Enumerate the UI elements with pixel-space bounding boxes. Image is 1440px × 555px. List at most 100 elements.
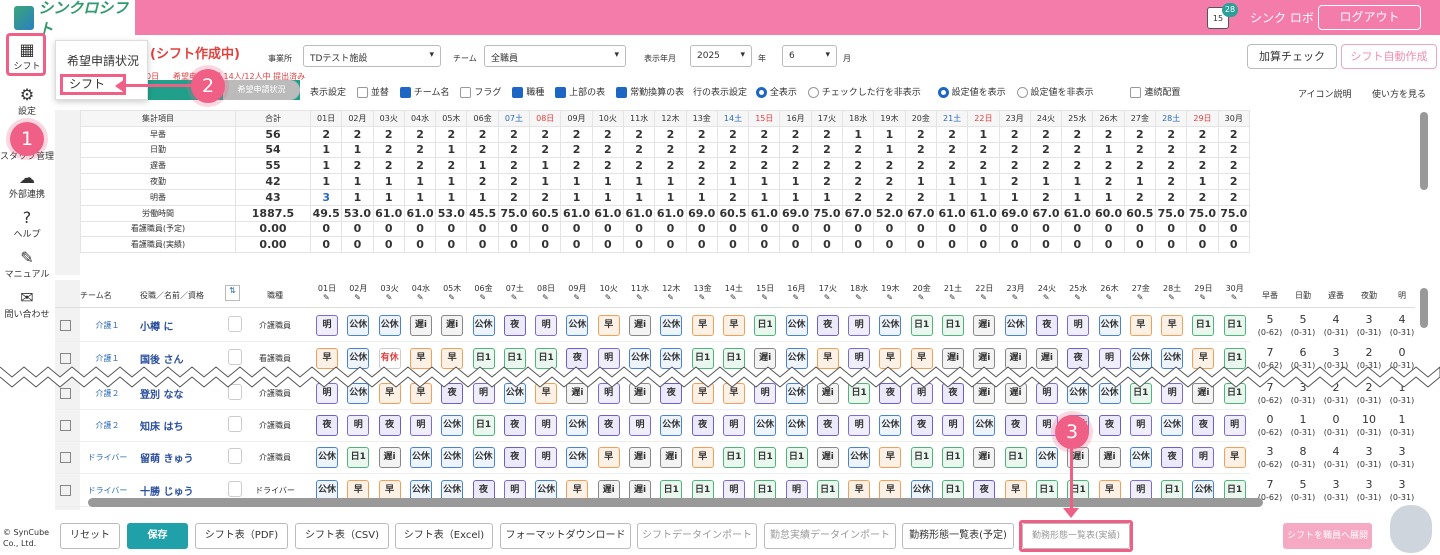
shift-cell[interactable]: 公休	[1129, 447, 1152, 468]
shift-cell[interactable]: 明	[316, 315, 338, 336]
pencil-icon[interactable]: ✎	[605, 293, 612, 302]
auto-create-button[interactable]: シフト自動作成	[1341, 44, 1437, 69]
shift-cell[interactable]: 遅i	[973, 447, 996, 468]
shift-cell[interactable]: 明	[1129, 415, 1152, 436]
shift-cell[interactable]: 早	[1129, 315, 1152, 336]
shift-cell[interactable]: 遅i	[973, 315, 996, 336]
pencil-icon[interactable]: ✎	[667, 293, 674, 302]
shift-cell[interactable]: 明	[1067, 315, 1090, 336]
shift-cell[interactable]: 明	[722, 415, 745, 436]
shift-cell[interactable]: 公休	[1035, 447, 1058, 468]
shift-cell[interactable]: 公休	[1004, 315, 1027, 336]
shift-cell[interactable]: 早	[1223, 447, 1246, 468]
shift-cell[interactable]: 日1	[754, 315, 777, 336]
pencil-icon[interactable]: ✎	[448, 293, 455, 302]
shift-cell[interactable]: 早	[722, 315, 745, 336]
option-conv[interactable]: 常勤換算の表	[616, 87, 684, 98]
shift-cell[interactable]: 遅i	[378, 447, 401, 468]
sidebar-item-external[interactable]: ☁ 外部連携	[0, 168, 54, 200]
pencil-icon[interactable]: ✎	[542, 293, 549, 302]
shift-cell[interactable]: 公休	[785, 315, 808, 336]
shift-cell[interactable]: 遅i	[816, 447, 839, 468]
pencil-icon[interactable]: ✎	[417, 293, 424, 302]
request-tab[interactable]: 希望申請状況	[223, 80, 300, 100]
shift-cell[interactable]: 日1	[722, 447, 745, 468]
shift-cell[interactable]: 明	[535, 415, 558, 436]
shift-cell[interactable]: 公休	[848, 447, 871, 468]
shift-cell[interactable]: 夜	[503, 315, 526, 336]
option-continuous[interactable]: 連続配置	[1130, 87, 1180, 98]
option-job[interactable]: 職種	[512, 87, 544, 98]
staff-name[interactable]: 十勝 じゅう	[140, 483, 193, 498]
pencil-icon[interactable]: ✎	[1043, 293, 1050, 302]
shift-cell[interactable]: 日1	[1192, 315, 1215, 336]
sidebar-item-manual[interactable]: ✎ マニュアル	[0, 248, 54, 280]
shift-cell[interactable]: 公休	[347, 315, 370, 336]
shift-cell[interactable]: 公休	[378, 315, 401, 336]
shift-cell[interactable]: 公休	[472, 447, 495, 468]
chevron-down-icon[interactable]	[228, 316, 242, 332]
sort-icon[interactable]: ⇅	[225, 285, 240, 301]
logout-button[interactable]: ログアウト	[1318, 5, 1421, 30]
shift-cell[interactable]: 公休	[566, 415, 589, 436]
shift-cell[interactable]: 夜	[910, 415, 933, 436]
row-checkbox[interactable]	[60, 452, 71, 463]
shift-cell[interactable]: 公休	[879, 315, 902, 336]
shift-cell[interactable]: 日1	[942, 447, 964, 468]
shift-cell[interactable]: 日1	[1004, 447, 1027, 468]
shift-cell[interactable]: 公休	[566, 447, 589, 468]
pencil-icon[interactable]: ✎	[949, 293, 956, 302]
shift-cell[interactable]: 夜	[1004, 415, 1027, 436]
row-checkbox[interactable]	[60, 388, 71, 399]
shift-cell[interactable]: 公休	[316, 447, 338, 468]
shift-cell[interactable]: 早	[597, 447, 620, 468]
shift-cell[interactable]: 夜	[816, 415, 839, 436]
shift-cell[interactable]: 明	[409, 415, 432, 436]
staff-name[interactable]: 知床 はち	[140, 418, 183, 433]
shift-cell[interactable]: 早	[879, 447, 902, 468]
radio-hide-checked[interactable]: チェックした行を非表示	[807, 87, 921, 98]
shift-cell[interactable]: 明	[848, 415, 871, 436]
format-download-button[interactable]: フォーマットダウンロード	[500, 523, 631, 549]
option-flag[interactable]: フラグ	[460, 87, 501, 98]
shift-cell[interactable]: 夜	[378, 415, 401, 436]
shift-cell[interactable]: 遅i	[441, 315, 464, 336]
add-check-button[interactable]: 加算チェック	[1247, 44, 1337, 69]
pencil-icon[interactable]: ✎	[1137, 293, 1144, 302]
shift-cell[interactable]: 夜	[1098, 415, 1121, 436]
shift-cell[interactable]: 日1	[942, 315, 964, 336]
shift-cell[interactable]: 早	[597, 315, 620, 336]
pencil-icon[interactable]: ✎	[511, 293, 518, 302]
shift-cell[interactable]: 公休	[660, 315, 683, 336]
shift-cell[interactable]: 日1	[754, 447, 777, 468]
shift-cell[interactable]: 公休	[409, 447, 432, 468]
team-select[interactable]: 全職員	[484, 45, 626, 67]
radio-show-setting[interactable]: 設定値を表示	[937, 87, 1006, 98]
plan-list-button[interactable]: 勤務形態一覧表(予定)	[902, 523, 1014, 549]
shift-cell[interactable]: 公休	[441, 447, 464, 468]
shift-cell[interactable]: 夜	[691, 415, 714, 436]
shift-cell[interactable]: 夜	[316, 415, 338, 436]
shift-cell[interactable]: 日1	[347, 447, 370, 468]
horizontal-scrollbar[interactable]	[88, 498, 1263, 507]
menu-item-request-status[interactable]: 希望申請状況	[67, 52, 139, 69]
expand-to-staff-button[interactable]: シフトを職員へ展開	[1283, 523, 1372, 549]
month-select[interactable]: 6	[782, 45, 837, 67]
pencil-icon[interactable]: ✎	[1231, 293, 1238, 302]
row-checkbox[interactable]	[60, 320, 71, 331]
pencil-icon[interactable]: ✎	[886, 293, 893, 302]
pencil-icon[interactable]: ✎	[1074, 293, 1081, 302]
sidebar-item-help[interactable]: ? ヘルプ	[0, 208, 54, 240]
shift-cell[interactable]: 明	[942, 415, 964, 436]
row-checkbox[interactable]	[60, 420, 71, 431]
shift-cell[interactable]: 日1	[910, 447, 933, 468]
shift-cell[interactable]: 公休	[785, 415, 808, 436]
pencil-icon[interactable]: ✎	[699, 293, 706, 302]
radio-hide-setting[interactable]: 設定値を非表示	[1016, 87, 1094, 98]
shift-cell[interactable]: 公休	[441, 415, 464, 436]
chevron-down-icon[interactable]	[228, 349, 242, 365]
row-checkbox[interactable]	[60, 353, 71, 364]
shift-cell[interactable]: 遅i	[1098, 447, 1121, 468]
shift-cell[interactable]: 明	[848, 315, 871, 336]
staff-name[interactable]: 留萌 きゅう	[140, 450, 193, 465]
